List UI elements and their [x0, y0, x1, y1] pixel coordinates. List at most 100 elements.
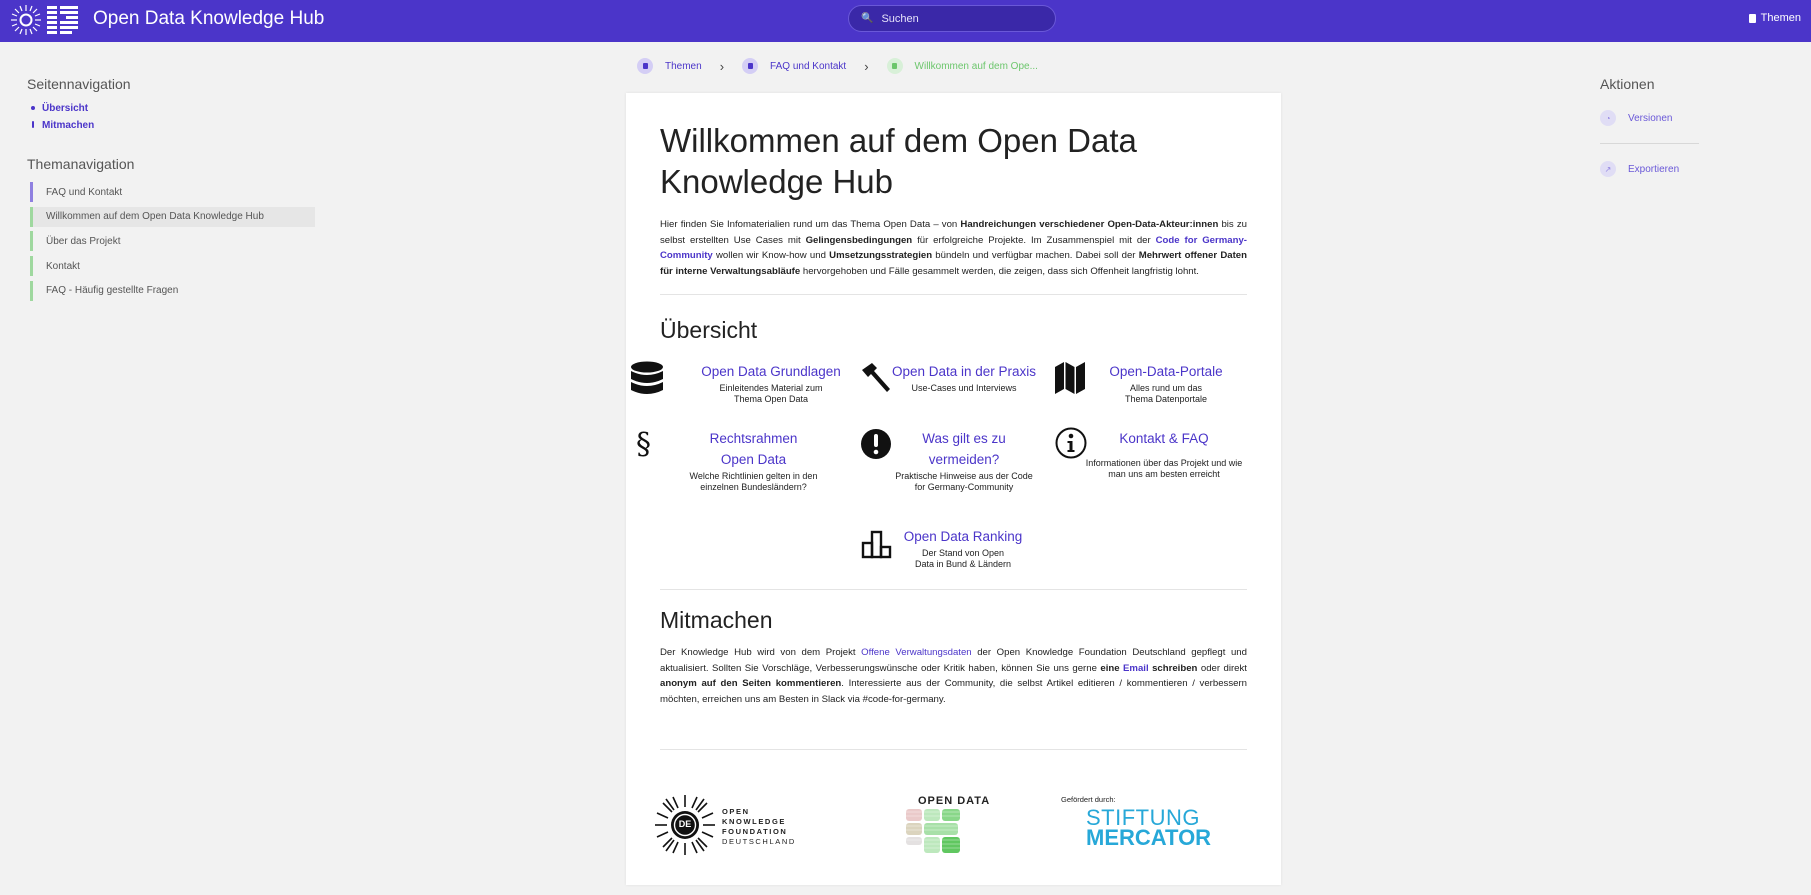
mitmachen-text: Der Knowledge Hub wird von dem Projekt: [660, 647, 862, 658]
mercator-line: MERCATOR: [1086, 825, 1212, 850]
intro-text: Hier finden Sie Infomaterialien rund um …: [660, 219, 961, 230]
divider: [660, 294, 1247, 295]
mitmachen-paragraph: Der Knowledge Hub wird von dem Projekt O…: [660, 645, 1247, 707]
paragraph-icon: §: [636, 427, 651, 462]
tile-ranking[interactable]: Open Data Ranking Der Stand von Open Dat…: [868, 526, 1058, 570]
mitmachen-bold: eine: [1100, 662, 1124, 674]
chevron-right-icon: ›: [719, 58, 725, 74]
app-title[interactable]: Open Data Knowledge Hub: [93, 8, 324, 30]
divider: [1600, 143, 1699, 144]
okf-line: OPEN: [722, 807, 750, 816]
intro-text: bündeln und verfügbar machen. Dabei soll…: [932, 250, 1139, 262]
email-link[interactable]: Email: [1123, 663, 1149, 674]
okf-sun-logo-icon[interactable]: [10, 4, 42, 36]
mitmachen-text: oder direkt: [1197, 662, 1247, 674]
okf-line: FOUNDATION: [722, 827, 788, 836]
page-nav-item-uebersicht[interactable]: Übersicht: [31, 103, 94, 114]
database-icon: [631, 361, 663, 394]
breadcrumb-label: Willkommen auf dem Ope...: [914, 60, 1038, 72]
export-action[interactable]: ↗ Exportieren: [1600, 161, 1679, 177]
intro-text: für erfolgreiche Projekte. Im Zusammensp…: [912, 234, 1156, 246]
tile-title[interactable]: Open Data in der Praxis: [869, 361, 1059, 382]
history-icon: ◔: [1600, 110, 1616, 126]
tile-description: Use-Cases und Interviews: [911, 383, 1017, 393]
content-card: Willkommen auf dem Open Data Knowledge H…: [626, 93, 1281, 885]
theme-nav-item-willkommen[interactable]: Willkommen auf dem Open Data Knowledge H…: [30, 206, 315, 227]
book-icon: [742, 58, 759, 74]
intro-bold: Gelingensbedingungen: [805, 234, 913, 246]
themen-link[interactable]: Themen: [1748, 12, 1801, 24]
open-data-label: OPEN DATA: [918, 795, 991, 807]
tile-title[interactable]: Was gilt es zu vermeiden?: [869, 428, 1059, 470]
overview-heading: Übersicht: [660, 317, 758, 343]
theme-nav-item-kontakt[interactable]: Kontakt: [30, 256, 315, 277]
tile-praxis[interactable]: Open Data in der Praxis Use-Cases und In…: [869, 361, 1059, 394]
intro-bold: Umsetzungsstrategien: [829, 250, 933, 262]
book-icon: [1748, 13, 1756, 23]
versions-action[interactable]: ◔ Versionen: [1600, 110, 1672, 126]
intro-paragraph: Hier finden Sie Infomaterialien rund um …: [660, 217, 1247, 279]
chevron-right-icon: ›: [864, 58, 869, 74]
mitmachen-heading: Mitmachen: [660, 607, 773, 633]
book-icon: [637, 58, 653, 74]
gefoerdert-label: Gefördert durch:: [1061, 795, 1116, 804]
tile-rechtsrahmen[interactable]: Rechtsrahmen Open Data Welche Richtlinie…: [661, 428, 846, 493]
okf-wordmark: OPEN KNOWLEDGE FOUNDATION DEUTSCHLAND: [722, 807, 796, 847]
tile-vermeiden[interactable]: Was gilt es zu vermeiden? Praktische Hin…: [869, 428, 1059, 493]
intro-text: hervorgehoben und Fälle gesammelt werden…: [800, 265, 1199, 277]
page-nav-heading: Seitennavigation: [27, 76, 131, 92]
page-nav-item-mitmachen[interactable]: Mitmachen: [31, 120, 94, 131]
tile-description: Der Stand von Open Data in Bund & Länder…: [914, 548, 1012, 569]
okf-badge-text: DE: [678, 819, 692, 829]
tile-description: Welche Richtlinien gelten in den einzeln…: [689, 471, 818, 492]
tile-portale[interactable]: Open-Data-Portale Alles rund um das Them…: [1071, 361, 1261, 405]
search-box[interactable]: 🔍: [848, 5, 1056, 32]
intro-text: wollen wir Know-how und: [712, 250, 830, 262]
breadcrumb-item-themen[interactable]: Themen: [637, 58, 702, 74]
top-bar: Open Data Knowledge Hub 🔍 Themen: [0, 0, 1811, 42]
tile-title[interactable]: Open Data Ranking: [868, 526, 1058, 547]
okf-line: DEUTSCHLAND: [722, 837, 796, 846]
tile-grundlagen[interactable]: Open Data Grundlagen Einleitendes Materi…: [676, 361, 866, 405]
theme-nav: FAQ und Kontakt Willkommen auf dem Open …: [30, 182, 315, 305]
open-data-logo[interactable]: OPEN DATA: [906, 795, 1006, 857]
theme-nav-item-faq-kontakt[interactable]: FAQ und Kontakt: [30, 182, 315, 202]
export-icon: ↗: [1600, 161, 1616, 177]
breadcrumb-label: FAQ und Kontakt: [770, 60, 847, 72]
breadcrumb: Themen › FAQ und Kontakt › Willkommen au…: [637, 58, 1038, 74]
okf-line: KNOWLEDGE: [722, 817, 786, 826]
okf-de-logo[interactable]: DE OPEN KNOWLEDGE FOUNDATION DEUTSCHLAND: [654, 794, 824, 856]
stiftung-mercator-wordmark: STIFTUNG MERCATOR: [1086, 807, 1212, 850]
page-title: Willkommen auf dem Open Data Knowledge H…: [660, 122, 1137, 200]
breadcrumb-item-faq[interactable]: FAQ und Kontakt: [742, 58, 846, 74]
search-input[interactable]: [881, 12, 1032, 25]
mitmachen-bold: schreiben: [1148, 662, 1198, 674]
tile-title[interactable]: Rechtsrahmen Open Data: [661, 428, 846, 470]
theme-nav-item-faq[interactable]: FAQ - Häufig gestellte Fragen: [30, 280, 315, 301]
action-label: Versionen: [1628, 112, 1673, 124]
tile-title[interactable]: Open-Data-Portale: [1071, 361, 1261, 382]
theme-nav-heading: Themanavigation: [27, 156, 135, 172]
breadcrumb-label: Themen: [665, 60, 702, 72]
offene-verwaltungsdaten-link[interactable]: Offene Verwaltungsdaten: [861, 647, 971, 658]
mitmachen-bold: anonym auf den Seiten kommentieren: [660, 678, 842, 690]
theme-nav-item-ueber-projekt[interactable]: Über das Projekt: [30, 231, 315, 252]
tile-title[interactable]: Open Data Grundlagen: [676, 361, 866, 382]
breadcrumb-item-current: Willkommen auf dem Ope...: [886, 58, 1038, 74]
search-icon: 🔍: [861, 13, 874, 24]
intro-bold: Handreichungen verschiedener Open-Data-A…: [960, 219, 1219, 230]
divider: [660, 589, 1247, 590]
action-label: Exportieren: [1628, 163, 1680, 175]
actions-heading: Aktionen: [1600, 76, 1655, 92]
open-data-mark-icon[interactable]: [46, 4, 82, 36]
tile-title[interactable]: Kontakt & FAQ: [1069, 428, 1259, 449]
open-data-graphic-icon: [906, 809, 960, 853]
tile-kontakt[interactable]: Kontakt & FAQ Informationen über das Pro…: [1069, 428, 1259, 480]
tile-description: Einleitendes Material zum Thema Open Dat…: [719, 383, 823, 404]
page-nav-list: Übersicht Mitmachen: [31, 103, 94, 137]
tile-description: Praktische Hinweise aus der Code for Ger…: [895, 471, 1033, 492]
stiftung-mercator-logo[interactable]: Gefördert durch: STIFTUNG MERCATOR: [1061, 795, 1221, 850]
tile-description: Alles rund um das Thema Datenportale: [1124, 383, 1208, 404]
themen-label: Themen: [1760, 12, 1801, 24]
divider: [660, 749, 1247, 750]
